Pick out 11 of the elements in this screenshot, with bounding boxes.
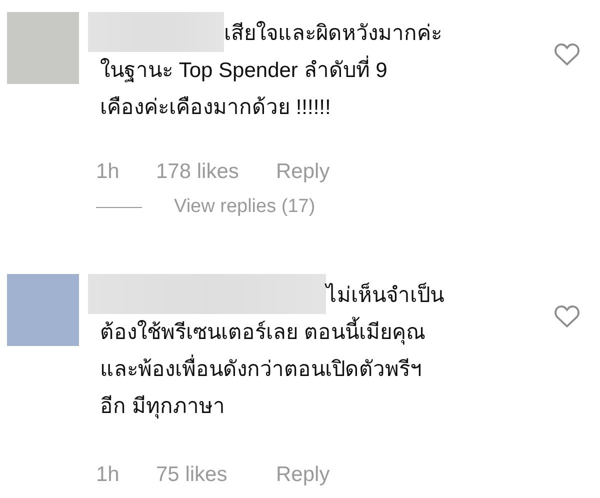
heart-icon[interactable]: [554, 42, 580, 66]
heart-icon[interactable]: [554, 304, 580, 328]
comment-text: ไม่เห็นจำเป็น ต้องใช้พรีเซนเตอร์เลย ตอนนี้เมียคุณ และพ้องเพื่อนดังกว่าตอนเปิดตัวพรีฯ อีก มีทุกภาษา: [100, 274, 520, 425]
comment-time: 1h: [96, 463, 120, 487]
comment-time: 1h: [96, 160, 120, 184]
view-replies-link[interactable]: View replies (17): [174, 196, 316, 218]
like-count[interactable]: 75 likes: [156, 463, 276, 487]
reply-link[interactable]: Reply: [276, 463, 330, 487]
comment-text: เสียใจและผิดหวังมากค่ะ ในฐานะ Top Spender ลำดับที่ 9 เคืองค่ะเคืองมากด้วย !!!!!!: [100, 12, 520, 126]
reply-link[interactable]: Reply: [276, 160, 330, 184]
like-count[interactable]: 178 likes: [156, 160, 276, 184]
